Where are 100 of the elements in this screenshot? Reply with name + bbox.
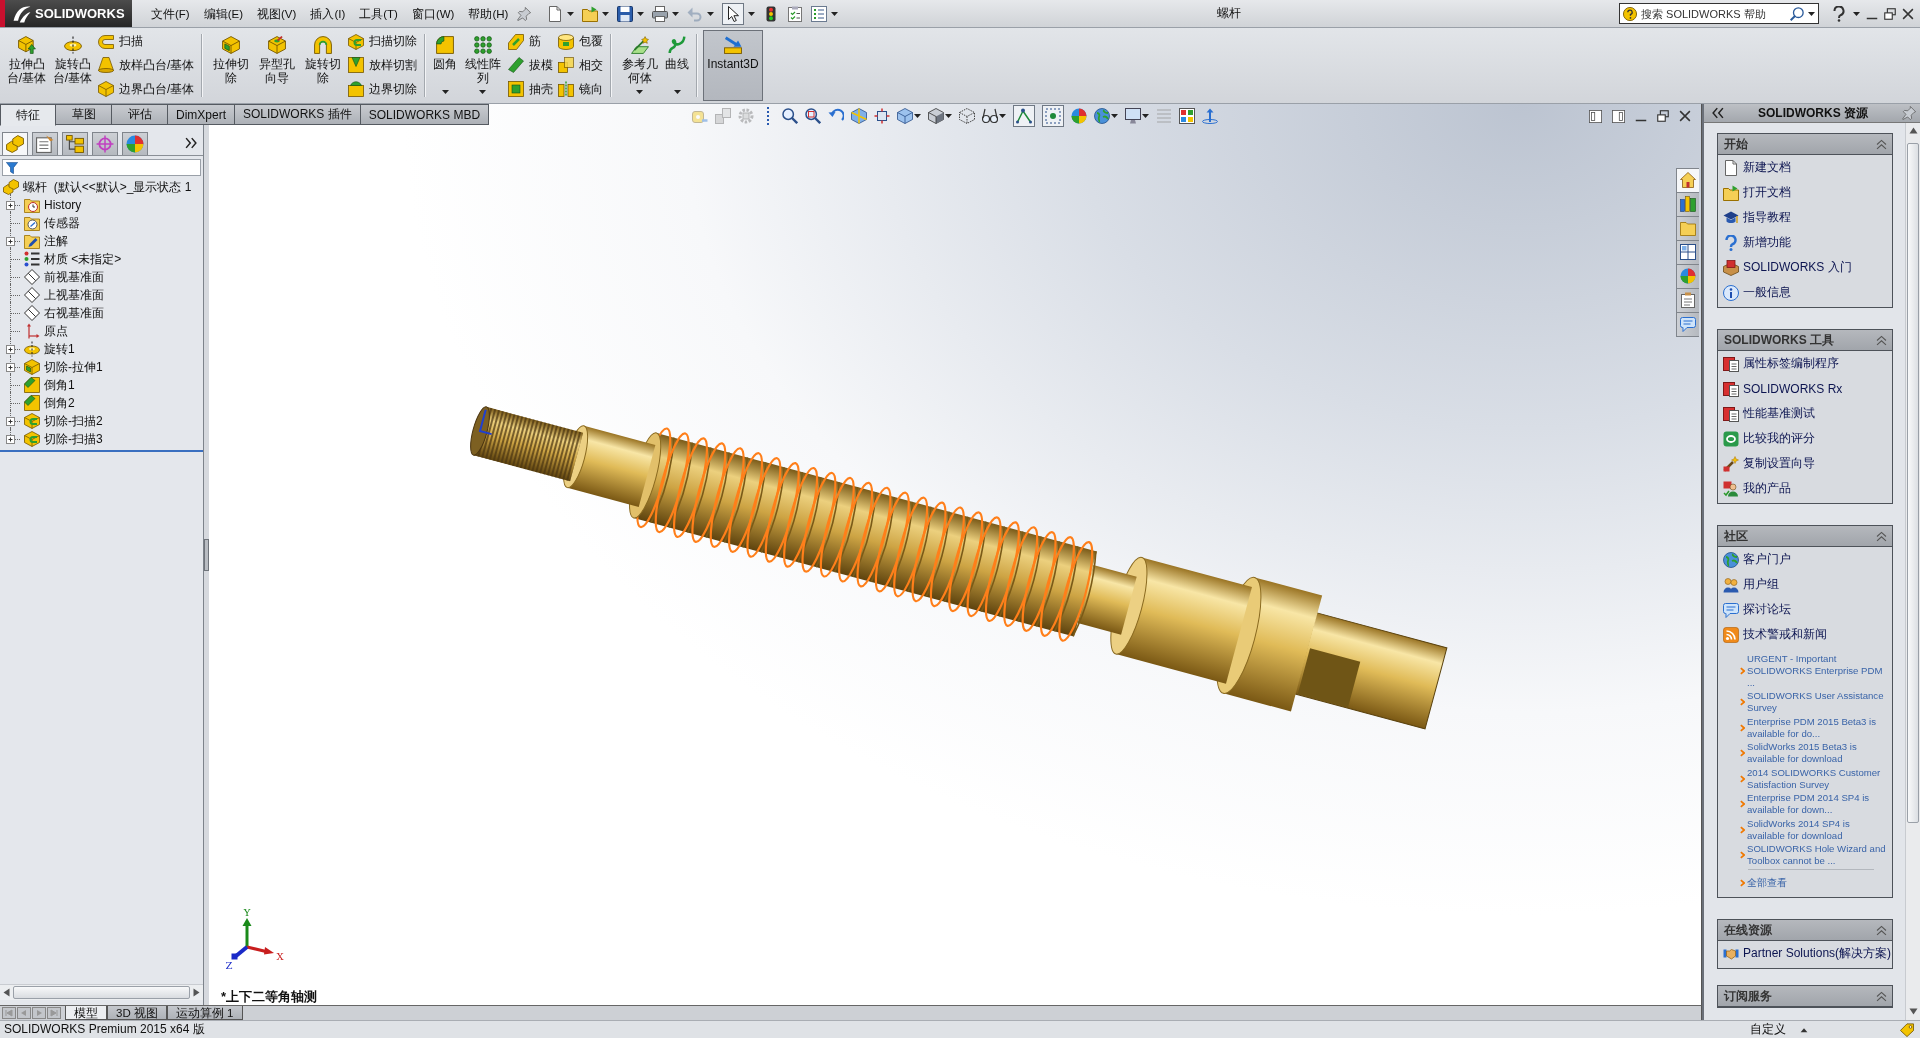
ribbon-button[interactable]: 参考几何体 (617, 30, 663, 101)
menu-item[interactable]: 工具(T) (352, 4, 405, 23)
ribbon-button[interactable]: 圆角 (431, 30, 460, 101)
caret-icon[interactable] (636, 90, 644, 94)
tree-item[interactable]: 原点 (44, 323, 68, 339)
tree-item[interactable]: 旋转1 (44, 341, 75, 357)
ribbon-button[interactable]: 抽壳 (506, 78, 556, 101)
caret-icon[interactable] (441, 90, 449, 94)
task-link[interactable]: 性能基准测试 (1718, 401, 1892, 426)
expand-box-icon[interactable] (5, 236, 15, 246)
caret-up-icon[interactable] (1800, 1026, 1808, 1033)
tag-icon[interactable] (1900, 1022, 1914, 1037)
command-tab[interactable]: 草图 (56, 104, 112, 125)
ribbon-button[interactable]: 拔模 (506, 54, 556, 77)
ribbon-button[interactable]: 镜向 (556, 78, 606, 101)
checklist-icon[interactable] (787, 5, 804, 22)
ribbon-button[interactable]: 曲线 (663, 30, 692, 101)
grid-icon[interactable] (1676, 240, 1699, 265)
ribbon-button[interactable]: 扫描切除 (346, 30, 420, 53)
pushpin-icon[interactable] (1902, 106, 1916, 120)
ribbon-button[interactable]: 扫描 (96, 30, 197, 53)
section-header[interactable]: 在线资源 (1718, 920, 1892, 941)
scroll-thumb[interactable] (13, 986, 190, 999)
menu-item[interactable]: 视图(V) (250, 4, 304, 23)
scroll-left-icon[interactable] (3, 988, 10, 997)
ribbon-button[interactable]: 放样凸台/基体 (96, 54, 197, 77)
task-link[interactable]: 复制设置向导 (1718, 451, 1892, 476)
news-link[interactable]: SOLIDWORKS User Assistance Survey (1747, 690, 1887, 714)
tile-windows-icon[interactable] (1589, 109, 1602, 123)
section-header[interactable]: 开始 (1718, 134, 1892, 155)
pushpin-icon[interactable] (517, 6, 532, 21)
task-link[interactable]: 探讨论坛 (1718, 597, 1892, 622)
cube-icon[interactable] (897, 108, 913, 124)
command-tab[interactable]: DimXpert (168, 104, 235, 125)
close-icon[interactable] (1902, 7, 1914, 20)
shaded-cube-icon[interactable] (928, 108, 944, 124)
page-icon[interactable] (547, 5, 564, 22)
command-tab[interactable]: SOLIDWORKS 插件 (235, 104, 361, 125)
expand-box-icon[interactable] (5, 434, 15, 444)
help-icon[interactable] (1831, 5, 1847, 22)
scrollbar[interactable] (0, 984, 203, 1000)
globe-icon[interactable] (1094, 108, 1110, 124)
section-header[interactable]: SOLIDWORKS 工具 (1718, 330, 1892, 351)
caret-icon[interactable] (673, 90, 681, 94)
ribbon-button[interactable]: 筋 (506, 30, 556, 53)
restore-icon[interactable] (1884, 7, 1896, 20)
config-tree-icon[interactable] (62, 132, 88, 155)
caret-icon[interactable] (567, 11, 575, 16)
ribbon-button[interactable]: 旋转切除 (300, 30, 346, 101)
task-link[interactable]: 新建文档 (1718, 155, 1892, 180)
caret-icon[interactable] (479, 90, 487, 94)
expand-box-icon[interactable] (5, 344, 15, 354)
printer-icon[interactable] (652, 5, 669, 22)
task-link[interactable]: 我的产品 (1718, 476, 1892, 501)
stacked-blocks-icon[interactable] (2, 132, 28, 155)
tree-item[interactable]: 右视基准面 (44, 305, 104, 321)
task-link[interactable]: 用户组 (1718, 572, 1892, 597)
ribbon-button[interactable]: 异型孔向导 (254, 30, 300, 101)
sketch-lines-icon[interactable] (1013, 105, 1035, 127)
caret-icon[interactable] (914, 114, 921, 118)
tree-item[interactable]: 前视基准面 (44, 269, 104, 285)
tree-item[interactable]: 倒角1 (44, 377, 75, 393)
caret-icon[interactable] (672, 11, 680, 16)
section-header[interactable]: 订阅服务 (1718, 986, 1892, 1007)
filter-field[interactable] (2, 159, 201, 176)
tree-item[interactable]: History (44, 197, 82, 213)
search-icon[interactable] (1790, 6, 1804, 21)
cube-arrows-icon[interactable] (874, 108, 890, 124)
task-link[interactable]: 新增功能 (1718, 230, 1892, 255)
close-icon[interactable] (1679, 110, 1691, 122)
news-link[interactable]: SOLIDWORKS Hole Wizard and Toolbox cannot be ... (1747, 843, 1887, 867)
tree-item[interactable]: 切除-扫描2 (44, 413, 103, 429)
dotted-cube-icon[interactable] (959, 108, 975, 124)
caret-icon[interactable] (831, 11, 839, 16)
tree-item[interactable]: 螺杆 (默认<<默认>_显示状态 1 (23, 179, 192, 195)
double-chevron-icon[interactable] (1712, 107, 1724, 119)
scroll-right-icon[interactable] (193, 988, 200, 997)
caret-icon[interactable] (602, 11, 610, 16)
news-link[interactable]: URGENT - Important SOLIDWORKS Enterprise PDM ... (1747, 652, 1887, 689)
tree-item[interactable]: 切除-拉伸1 (44, 359, 103, 375)
ribbon-button[interactable]: 边界凸台/基体 (96, 78, 197, 101)
view-all-link[interactable]: 全部查看 (1747, 876, 1787, 890)
task-link[interactable]: 属性标签编制程序 (1718, 351, 1892, 376)
palette-box-icon[interactable] (1179, 108, 1195, 124)
ribbon-button[interactable]: 相交 (556, 54, 606, 77)
task-link[interactable]: 打开文档 (1718, 180, 1892, 205)
task-link[interactable]: 客户门户 (1718, 547, 1892, 572)
dot-sketch-icon[interactable] (1042, 105, 1064, 127)
axis-arrow-icon[interactable] (1202, 108, 1218, 124)
caret-icon[interactable] (1142, 114, 1149, 118)
ribbon-button[interactable]: 拉伸切除 (208, 30, 254, 101)
caret-icon[interactable] (1111, 114, 1118, 118)
search-field[interactable]: 搜索 SOLIDWORKS 帮助 (1619, 3, 1819, 24)
menu-item[interactable]: 编辑(E) (196, 4, 251, 23)
command-tab[interactable]: 评估 (112, 104, 168, 125)
bottom-tab[interactable]: 模型 (65, 1006, 107, 1020)
expand-box-icon[interactable] (5, 362, 15, 372)
crosshair-icon[interactable] (92, 132, 118, 155)
ribbon-button[interactable]: 放样切割 (346, 54, 420, 77)
menu-item[interactable]: 文件(F) (144, 4, 197, 23)
